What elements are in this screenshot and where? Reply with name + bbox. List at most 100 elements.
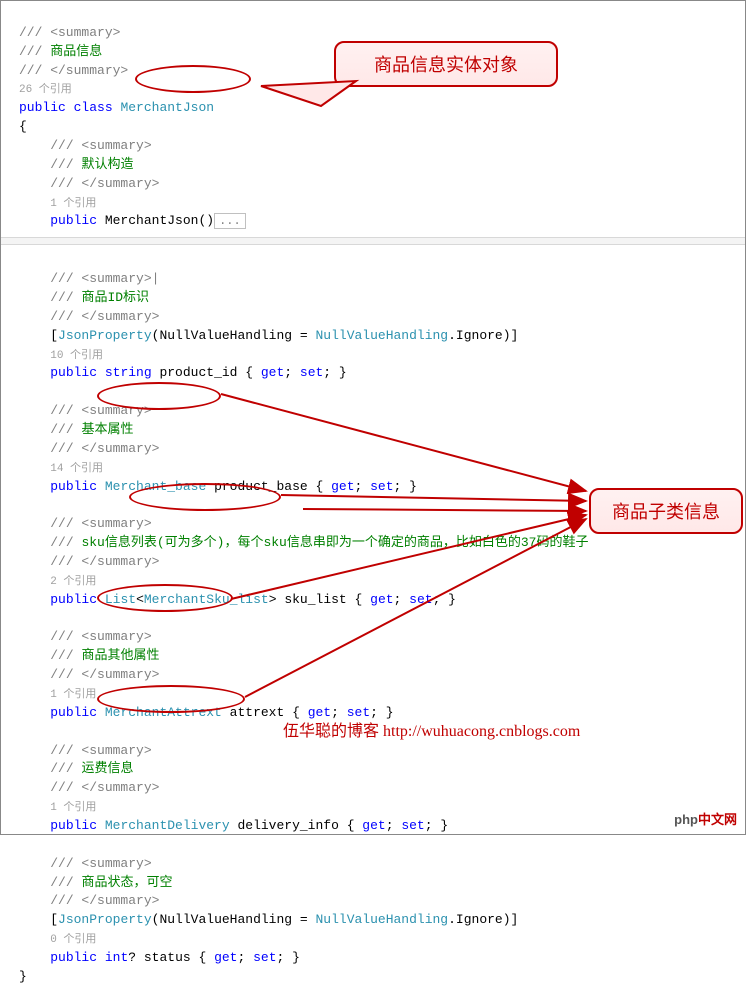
keyword-get: get	[370, 592, 393, 607]
xml-doc: /// <summary>	[50, 629, 151, 644]
brace-close: ; }	[394, 479, 417, 494]
keyword-set: set	[300, 365, 323, 380]
keyword-string: string	[105, 365, 152, 380]
watermark-text: 伍华聪的博客 http://wuhuacong.cnblogs.com	[283, 717, 580, 741]
semi: ;	[284, 365, 300, 380]
semi: ;	[237, 950, 253, 965]
attr-open: [	[50, 328, 58, 343]
attr-type: JsonProperty	[58, 912, 152, 927]
callout-entity-text: 商品信息实体对象	[374, 55, 518, 75]
keyword-get: get	[261, 365, 284, 380]
brace-open: {	[19, 119, 27, 134]
refs-count: 1 个引用	[50, 802, 96, 814]
prop-name: sku_list {	[277, 592, 371, 607]
xml-doc: /// </summary>	[19, 63, 128, 78]
attr-close: .Ignore)]	[448, 912, 518, 927]
section-divider	[1, 237, 745, 245]
keyword-set: set	[409, 592, 432, 607]
xml-doc: /// </summary>	[50, 176, 159, 191]
doc-text: 基本属性	[81, 422, 133, 437]
refs-count: 0 个引用	[50, 934, 96, 946]
semi: ;	[355, 479, 371, 494]
callout-subclass: 商品子类信息	[589, 488, 743, 534]
code-text: (NullValueHandling =	[152, 328, 316, 343]
nullable: ?	[128, 950, 136, 965]
attr-close: .Ignore)]	[448, 328, 518, 343]
brace-close: ; }	[433, 592, 456, 607]
prop-name: product_base {	[206, 479, 331, 494]
xml-doc: /// </summary>	[50, 309, 159, 324]
collapse-toggle[interactable]: ...	[214, 213, 246, 229]
keyword-get: get	[214, 950, 237, 965]
xml-doc: /// <summary>|	[50, 271, 159, 286]
brace-close: ; }	[277, 950, 300, 965]
semi: ;	[394, 592, 410, 607]
angle: >	[269, 592, 277, 607]
xml-doc: /// <summary>	[50, 138, 151, 153]
callout-subclass-text: 商品子类信息	[612, 502, 720, 522]
code-block-lower: /// <summary>| /// 商品ID标识 /// </summary>…	[1, 247, 745, 990]
refs-count: 14 个引用	[50, 463, 103, 475]
refs-count: 2 个引用	[50, 576, 96, 588]
refs-count: 26 个引用	[19, 84, 72, 96]
keyword-public: public	[19, 100, 66, 115]
doc-text: 商品状态，可空	[81, 875, 172, 890]
attr-open: [	[50, 912, 58, 927]
xml-doc: /// </summary>	[50, 667, 159, 682]
code-text: (NullValueHandling =	[152, 912, 316, 927]
type-merchant-base: Merchant_base	[105, 479, 206, 494]
xml-doc: /// <summary>	[50, 856, 151, 871]
prop-name: delivery_info {	[230, 818, 363, 833]
type-attrext: MerchantAttrext	[105, 705, 222, 720]
keyword-public: public	[50, 950, 97, 965]
brace-close: ; }	[425, 818, 448, 833]
doc-text: 商品其他属性	[81, 648, 159, 663]
type-sku-list: MerchantSku_list	[144, 592, 269, 607]
prop-name: product_id {	[152, 365, 261, 380]
xml-doc: /// </summary>	[50, 780, 159, 795]
xml-doc: /// <summary>	[19, 25, 120, 40]
keyword-get: get	[331, 479, 354, 494]
keyword-public: public	[50, 479, 97, 494]
refs-count: 10 个引用	[50, 350, 103, 362]
type-merchantjson: MerchantJson	[120, 100, 214, 115]
xml-doc: /// <summary>	[50, 743, 151, 758]
logo-cn: 中文网	[698, 812, 737, 827]
angle: <	[136, 592, 144, 607]
doc-text: 商品信息	[50, 44, 102, 59]
brace-close: ; }	[323, 365, 346, 380]
keyword-get: get	[362, 818, 385, 833]
code-block-upper: /// <summary> /// 商品信息 /// </summary> 26…	[1, 1, 745, 235]
prop-name: status {	[136, 950, 214, 965]
doc-text: sku信息列表(可为多个)，每个sku信息串即为一个确定的商品，比如白色的37码…	[81, 535, 588, 550]
keyword-class: class	[74, 100, 113, 115]
xml-doc: /// <summary>	[50, 403, 151, 418]
keyword-set: set	[401, 818, 424, 833]
xml-doc: /// </summary>	[50, 441, 159, 456]
enum-type: NullValueHandling	[315, 912, 448, 927]
doc-text: 默认构造	[81, 157, 133, 172]
keyword-public: public	[50, 592, 97, 607]
site-logo: php中文网	[674, 809, 737, 828]
keyword-int: int	[105, 950, 128, 965]
ctor-name: MerchantJson()	[97, 213, 214, 228]
callout-entity: 商品信息实体对象	[334, 41, 558, 87]
keyword-public: public	[50, 213, 97, 228]
attr-type: JsonProperty	[58, 328, 152, 343]
brace-close: }	[19, 969, 27, 984]
keyword-public: public	[50, 705, 97, 720]
xml-doc: /// <summary>	[50, 516, 151, 531]
logo-php: php	[674, 812, 698, 827]
type-list: List	[105, 592, 136, 607]
enum-type: NullValueHandling	[315, 328, 448, 343]
refs-count: 1 个引用	[50, 689, 96, 701]
doc-text: 商品ID标识	[81, 290, 149, 305]
xml-doc: /// </summary>	[50, 554, 159, 569]
refs-count: 1 个引用	[50, 198, 96, 210]
semi: ;	[386, 818, 402, 833]
keyword-set: set	[253, 950, 276, 965]
type-delivery: MerchantDelivery	[105, 818, 230, 833]
xml-doc: /// </summary>	[50, 893, 159, 908]
doc-text: 运费信息	[81, 761, 133, 776]
keyword-set: set	[370, 479, 393, 494]
